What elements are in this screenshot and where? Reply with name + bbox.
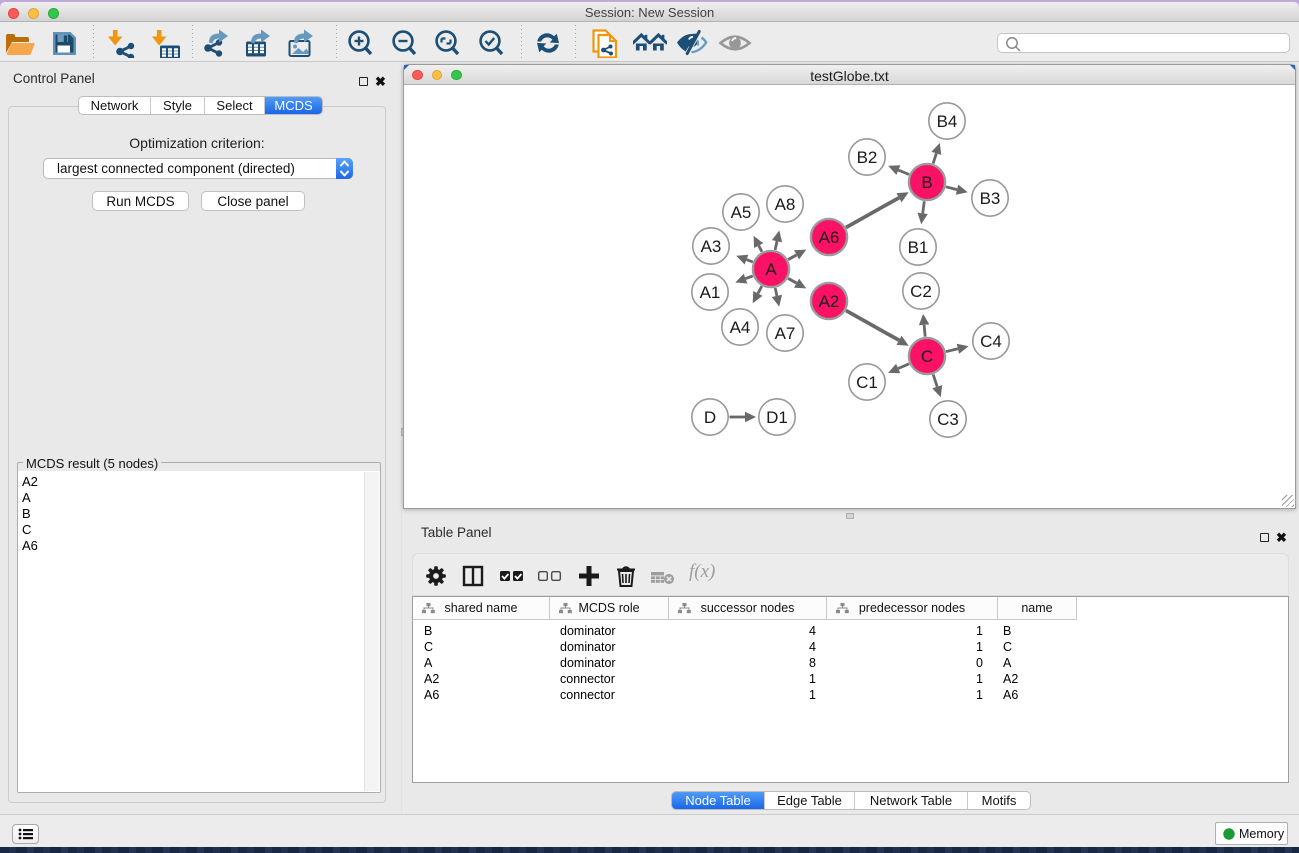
- svg-text:A6: A6: [819, 228, 840, 247]
- svg-text:D1: D1: [766, 408, 788, 427]
- svg-text:A4: A4: [730, 318, 751, 337]
- svg-text:B4: B4: [937, 112, 958, 131]
- svg-text:A2: A2: [819, 292, 840, 311]
- svg-text:D: D: [704, 408, 716, 427]
- svg-text:C4: C4: [980, 332, 1002, 351]
- svg-text:A8: A8: [775, 195, 796, 214]
- svg-text:C: C: [921, 347, 933, 366]
- svg-text:A5: A5: [731, 203, 752, 222]
- svg-text:A7: A7: [775, 324, 796, 343]
- svg-text:A3: A3: [701, 237, 722, 256]
- svg-text:C2: C2: [910, 282, 932, 301]
- svg-text:B: B: [921, 173, 932, 192]
- svg-text:B2: B2: [857, 148, 878, 167]
- svg-text:A: A: [765, 260, 777, 279]
- svg-text:B3: B3: [980, 189, 1001, 208]
- svg-text:C1: C1: [856, 373, 878, 392]
- svg-text:A1: A1: [700, 283, 721, 302]
- svg-text:B1: B1: [908, 238, 929, 257]
- svg-text:C3: C3: [937, 410, 959, 429]
